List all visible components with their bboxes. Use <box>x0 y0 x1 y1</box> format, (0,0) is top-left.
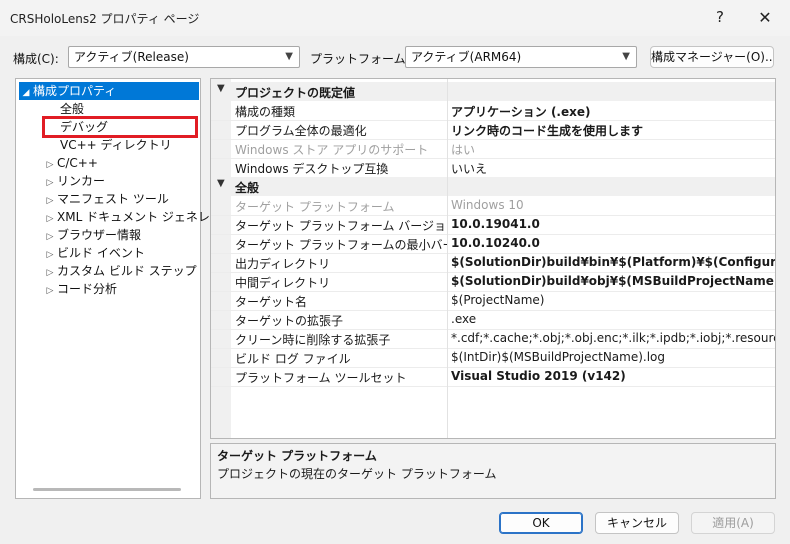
property-name: Windows ストア アプリのサポート <box>235 143 429 157</box>
property-row[interactable]: ビルド ログ ファイル $(IntDir)$(MSBuildProjectName… <box>211 348 775 368</box>
property-row[interactable]: 出力ディレクトリ $(SolutionDir)build¥bin¥$(Platfo… <box>211 253 775 273</box>
property-value[interactable]: いいえ <box>451 160 775 177</box>
property-name: クリーン時に削除する拡張子 <box>235 333 391 347</box>
window-title: CRSHoloLens2 プロパティ ページ <box>10 12 200 26</box>
tree-item-label: C/C++ <box>57 156 98 170</box>
cancel-button[interactable]: キャンセル <box>595 512 679 534</box>
property-value[interactable]: Visual Studio 2019 (v142) <box>451 369 775 383</box>
chevron-down-icon: ▼ <box>285 51 293 62</box>
chevron-down-icon: ▼ <box>622 51 630 62</box>
property-value[interactable]: アプリケーション (.exe) <box>451 103 775 120</box>
tree-root-label: 構成プロパティ <box>33 84 117 98</box>
category-tree: ◢ 構成プロパティ 全般 デバッグ VC++ ディレクトリ ▷ C/C++ ▷ リンカー ▷ マニ… <box>15 78 246 499</box>
tree-item-label: マニフェスト ツール <box>57 192 169 206</box>
section-title: プロジェクトの既定値 <box>235 86 356 100</box>
config-dropdown[interactable]: アクティブ(Release) ▼ <box>68 46 300 68</box>
tree-item-label: ブラウザー情報 <box>57 228 142 242</box>
platform-value: アクティブ(ARM64) <box>411 50 522 64</box>
property-value[interactable]: $(SolutionDir)build¥obj¥$(MSBuildProject… <box>451 274 775 288</box>
property-name: ターゲット プラットフォーム <box>235 200 395 214</box>
property-name: ターゲット プラットフォームの最小バージョン <box>235 238 447 252</box>
property-row[interactable]: クリーン時に削除する拡張子 *.cdf;*.cache;*.obj;*.obj.e… <box>211 329 775 349</box>
tree-item[interactable]: ▷ コード分析 <box>43 280 117 298</box>
expanded-arrow-icon: ◢ <box>22 88 30 98</box>
property-row[interactable]: ターゲット プラットフォーム バージョン 10.0.19041.0 <box>211 215 775 235</box>
apply-button[interactable]: 適用(A) <box>691 512 775 534</box>
expand-arrow-icon: ▷ <box>46 286 54 296</box>
property-value[interactable]: リンク時のコード生成を使用します <box>451 122 775 139</box>
tree-item[interactable]: ▷ リンカー <box>43 172 105 190</box>
tree-item-label: カスタム ビルド ステップ <box>57 264 197 278</box>
close-button[interactable]: ✕ <box>752 6 778 30</box>
highlight-box <box>42 116 198 138</box>
property-row[interactable]: ターゲットの拡張子 .exe <box>211 310 775 330</box>
property-name: ビルド ログ ファイル <box>235 352 351 366</box>
config-value: アクティブ(Release) <box>74 50 189 64</box>
property-name: ターゲット プラットフォーム バージョン <box>235 219 447 233</box>
property-name: プラットフォーム ツールセット <box>235 371 407 385</box>
property-value[interactable]: *.cdf;*.cache;*.obj;*.obj.enc;*.ilk;*.ip… <box>451 331 775 345</box>
tree-item-label: 全般 <box>60 102 85 116</box>
collapse-arrow-icon[interactable]: ▼ <box>217 83 225 94</box>
property-name: 構成の種類 <box>235 105 296 119</box>
tree-item-label: リンカー <box>57 174 106 188</box>
tree-item-label: コード分析 <box>57 282 118 296</box>
help-button[interactable]: ? <box>710 8 730 28</box>
property-value[interactable]: 10.0.19041.0 <box>451 217 775 231</box>
tree-item[interactable]: VC++ ディレクトリ <box>46 136 172 154</box>
description-panel: ターゲット プラットフォーム プロジェクトの現在のターゲット プラットフォーム <box>210 443 776 499</box>
tree-item[interactable]: ▷ カスタム ビルド ステップ <box>43 262 197 280</box>
property-row[interactable]: プログラム全体の最適化 リンク時のコード生成を使用します <box>211 120 775 140</box>
tree-item[interactable]: ▷ マニフェスト ツール <box>43 190 169 208</box>
property-value[interactable]: $(SolutionDir)build¥bin¥$(Platform)¥$(Co… <box>451 255 775 269</box>
title-bar: CRSHoloLens2 プロパティ ページ ? ✕ <box>0 0 790 36</box>
property-row[interactable]: 中間ディレクトリ $(SolutionDir)build¥obj¥$(MSBuil… <box>211 272 775 292</box>
tree-item[interactable]: ▷ ブラウザー情報 <box>43 226 141 244</box>
property-name: ターゲット名 <box>235 295 308 309</box>
property-name: Windows デスクトップ互換 <box>235 162 389 176</box>
tree-item-label: VC++ ディレクトリ <box>60 138 172 152</box>
property-value[interactable]: $(IntDir)$(MSBuildProjectName).log <box>451 350 775 364</box>
property-value[interactable]: 10.0.10240.0 <box>451 236 775 250</box>
property-name: 出力ディレクトリ <box>235 257 331 271</box>
section-title: 全般 <box>235 181 260 195</box>
property-row[interactable]: Windows デスクトップ互換 いいえ <box>211 158 775 178</box>
description-title: ターゲット プラットフォーム <box>217 449 377 463</box>
property-row[interactable]: ターゲット プラットフォームの最小バージョン 10.0.10240.0 <box>211 234 775 254</box>
tree-item[interactable]: ▷ C/C++ <box>43 154 98 172</box>
platform-dropdown[interactable]: アクティブ(ARM64) ▼ <box>405 46 637 68</box>
property-name: 中間ディレクトリ <box>235 276 331 290</box>
config-manager-button[interactable]: 構成マネージャー(O)... <box>650 46 774 68</box>
config-label: 構成(C): <box>13 52 59 66</box>
tree-item-label: ビルド イベント <box>57 246 145 260</box>
property-value[interactable]: Windows 10 <box>451 198 775 212</box>
ok-button[interactable]: OK <box>499 512 583 534</box>
property-value[interactable]: $(ProjectName) <box>451 293 775 307</box>
section-header[interactable]: ▼ 全般 <box>211 177 775 196</box>
property-row[interactable]: プラットフォーム ツールセット Visual Studio 2019 (v142) <box>211 367 775 387</box>
property-row[interactable]: Windows ストア アプリのサポート はい <box>211 139 775 159</box>
description-body: プロジェクトの現在のターゲット プラットフォーム <box>217 467 497 481</box>
property-grid: ▼ プロジェクトの既定値 構成の種類 アプリケーション (.exe) プログラム全体の最… <box>210 78 776 439</box>
property-row[interactable]: ターゲット名 $(ProjectName) <box>211 291 775 311</box>
tree-root-config-properties[interactable]: ◢ 構成プロパティ <box>19 82 199 100</box>
property-row[interactable]: 構成の種類 アプリケーション (.exe) <box>211 101 775 121</box>
property-value[interactable]: .exe <box>451 312 775 326</box>
column-divider[interactable] <box>447 79 448 438</box>
property-name: プログラム全体の最適化 <box>235 124 367 138</box>
tree-item[interactable]: ▷ ビルド イベント <box>43 244 145 262</box>
property-row[interactable]: ターゲット プラットフォーム Windows 10 <box>211 196 775 216</box>
property-name: ターゲットの拡張子 <box>235 314 344 328</box>
section-header[interactable]: ▼ プロジェクトの既定値 <box>211 82 775 101</box>
horizontal-scrollbar[interactable] <box>33 488 181 491</box>
property-value[interactable]: はい <box>451 141 775 158</box>
collapse-arrow-icon[interactable]: ▼ <box>217 178 225 189</box>
